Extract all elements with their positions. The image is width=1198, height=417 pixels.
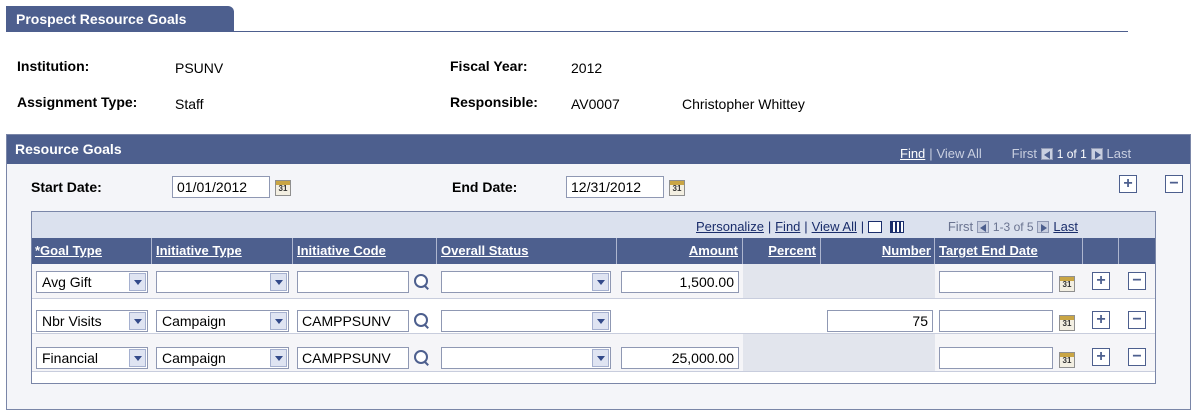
chevron-down-icon — [592, 273, 609, 291]
add-row-button[interactable]: + — [1092, 272, 1110, 290]
initiative-code-input[interactable] — [297, 271, 409, 293]
spreadsheet-icon[interactable] — [889, 221, 904, 234]
initiative-type-value: Campaign — [162, 313, 226, 329]
grid-nav-separator: | — [804, 219, 808, 234]
initiative-type-select[interactable] — [156, 271, 289, 293]
add-row-button[interactable]: + — [1092, 311, 1110, 329]
col-initiative-code[interactable]: Initiative Code — [293, 238, 437, 264]
new-window-icon[interactable] — [868, 221, 883, 234]
chevron-down-icon — [592, 312, 609, 330]
fiscal-year-value: 2012 — [571, 60, 603, 76]
chevron-down-icon — [270, 273, 287, 291]
overall-status-select[interactable] — [441, 310, 611, 332]
row-count: 1 of 1 — [1056, 147, 1087, 161]
chevron-down-icon — [129, 312, 146, 330]
col-percent[interactable]: Percent — [743, 238, 821, 264]
target-end-date-input[interactable] — [939, 310, 1053, 332]
last-label: Last — [1106, 146, 1132, 161]
responsible-name: Christopher Whittey — [682, 96, 805, 112]
disabled-cells — [743, 334, 935, 371]
col-add — [1083, 238, 1119, 264]
add-row-button[interactable]: + — [1092, 348, 1110, 366]
grid-previous-arrow-icon — [977, 221, 989, 234]
delete-row-button[interactable]: − — [1128, 311, 1146, 329]
grid-view-all-link[interactable]: View All — [812, 219, 857, 234]
start-date-label: Start Date: — [31, 179, 102, 195]
add-resource-goal-button[interactable]: + — [1119, 175, 1137, 193]
assignment-type-label: Assignment Type: — [17, 94, 138, 110]
chevron-down-icon — [129, 273, 146, 291]
amount-input[interactable]: 25,000.00 — [621, 347, 739, 369]
calendar-icon[interactable]: 31 — [1059, 352, 1075, 368]
chevron-down-icon — [270, 349, 287, 367]
col-overall-status[interactable]: Overall Status — [437, 238, 617, 264]
end-date-label: End Date: — [452, 179, 518, 195]
page-tab-prospect-resource-goals[interactable]: Prospect Resource Goals — [6, 6, 234, 32]
start-date-input[interactable]: 01/01/2012 — [172, 176, 270, 198]
grid-nav-separator: | — [767, 219, 772, 234]
end-date-calendar-icon[interactable]: 31 — [669, 180, 685, 196]
grid-nav-separator: | — [860, 219, 865, 234]
chevron-down-icon — [129, 349, 146, 367]
resource-goals-nav: Find | View All First 1 of 1 Last — [900, 145, 1131, 161]
delete-row-button[interactable]: − — [1128, 348, 1146, 366]
next-arrow-icon — [1090, 148, 1103, 161]
goal-type-value: Financial — [42, 350, 99, 366]
overall-status-select[interactable] — [441, 347, 611, 369]
calendar-icon[interactable]: 31 — [1059, 315, 1075, 331]
previous-arrow-icon — [1040, 148, 1053, 161]
amount-input[interactable]: 1,500.00 — [621, 271, 739, 293]
grid-find-link[interactable]: Find — [775, 219, 800, 234]
grid-last-link[interactable]: Last — [1053, 219, 1078, 234]
chevron-down-icon — [270, 312, 287, 330]
target-end-date-input[interactable] — [939, 271, 1053, 293]
goal-type-value: Avg Gift — [42, 274, 92, 290]
col-amount[interactable]: Amount — [617, 238, 743, 264]
assignment-type-value: Staff — [175, 96, 204, 112]
institution-value: PSUNV — [175, 60, 224, 76]
tab-underline — [6, 31, 1128, 32]
goal-type-select[interactable]: Financial — [36, 347, 148, 369]
initiative-type-select[interactable]: Campaign — [156, 310, 289, 332]
col-goal-type[interactable]: *Goal Type — [32, 238, 152, 264]
resource-goals-title: Resource Goals — [15, 141, 122, 157]
delete-row-button[interactable]: − — [1128, 272, 1146, 290]
responsible-label: Responsible: — [450, 94, 538, 110]
target-end-date-input[interactable] — [939, 347, 1053, 369]
disabled-cells — [743, 264, 935, 298]
grid-next-arrow-icon[interactable] — [1037, 221, 1050, 234]
col-number[interactable]: Number — [821, 238, 935, 264]
lookup-icon[interactable] — [413, 273, 431, 291]
goal-type-select[interactable]: Avg Gift — [36, 271, 148, 293]
initiative-code-input[interactable]: CAMPPSUNV — [297, 347, 409, 369]
chevron-down-icon — [592, 349, 609, 367]
grid-row-count: 1-3 of 5 — [992, 220, 1034, 234]
number-input[interactable]: 75 — [827, 310, 933, 332]
start-date-calendar-icon[interactable]: 31 — [275, 180, 291, 196]
calendar-icon[interactable]: 31 — [1059, 276, 1075, 292]
end-date-input[interactable]: 12/31/2012 — [566, 176, 664, 198]
grid-first-label: First — [947, 219, 974, 234]
institution-label: Institution: — [17, 58, 90, 74]
initiative-type-select[interactable]: Campaign — [156, 347, 289, 369]
overall-status-select[interactable] — [441, 271, 611, 293]
initiative-code-input[interactable]: CAMPPSUNV — [297, 310, 409, 332]
goals-grid-nav-links: Personalize | Find | View All | First 1-… — [696, 218, 1078, 234]
personalize-link[interactable]: Personalize — [696, 219, 764, 234]
first-label: First — [1011, 146, 1037, 161]
col-initiative-type[interactable]: Initiative Type — [152, 238, 293, 264]
responsible-id: AV0007 — [571, 96, 620, 112]
remove-resource-goal-button[interactable]: − — [1165, 175, 1183, 193]
fiscal-year-label: Fiscal Year: — [450, 58, 528, 74]
find-link[interactable]: Find — [900, 146, 925, 161]
lookup-icon[interactable] — [413, 312, 431, 330]
goal-type-value: Nbr Visits — [42, 313, 102, 329]
lookup-icon[interactable] — [413, 349, 431, 367]
initiative-type-value: Campaign — [162, 350, 226, 366]
goal-type-select[interactable]: Nbr Visits — [36, 310, 148, 332]
nav-separator: | — [929, 146, 933, 161]
view-all-link: View All — [936, 146, 982, 161]
col-target-end-date[interactable]: Target End Date — [935, 238, 1083, 264]
col-remove — [1119, 238, 1155, 264]
